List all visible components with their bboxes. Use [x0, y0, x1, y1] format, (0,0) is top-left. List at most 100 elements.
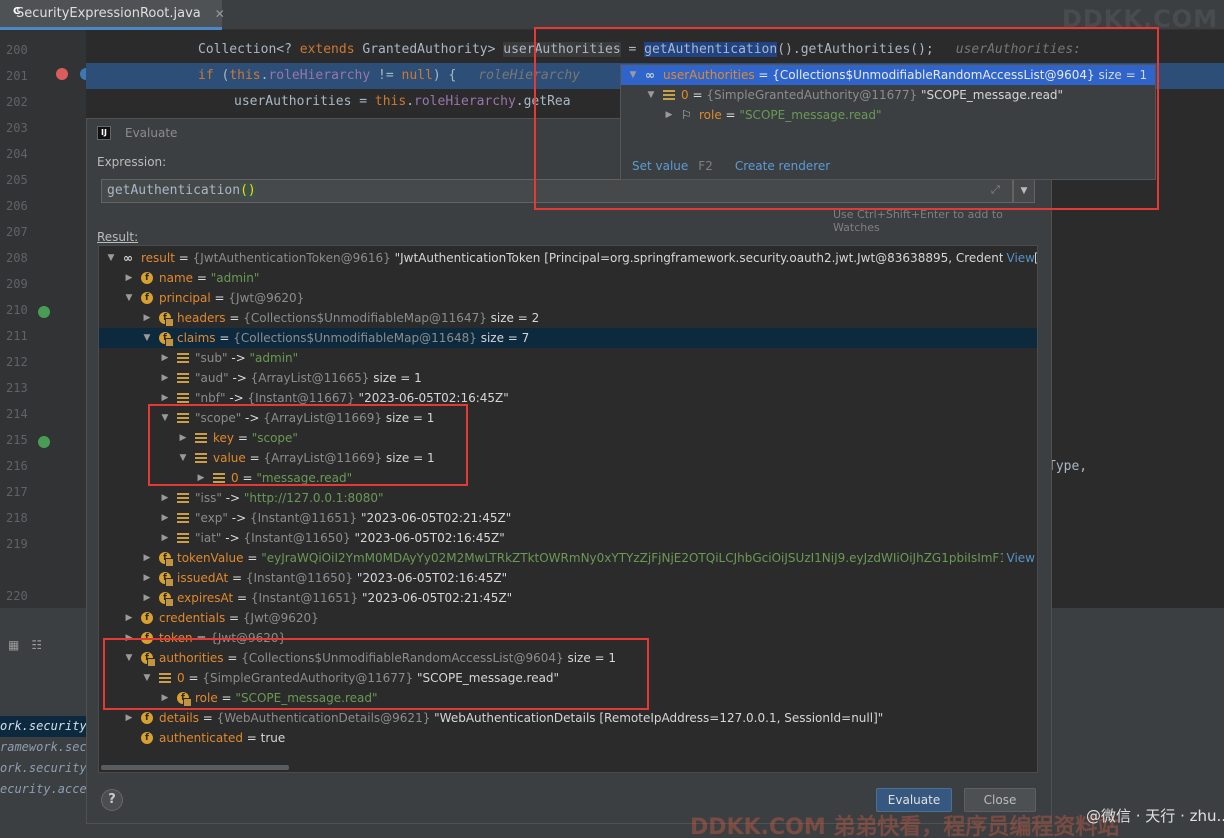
- tree-row[interactable]: ▶ f name = "admin": [99, 268, 1037, 288]
- private-field-icon: f: [159, 552, 174, 567]
- tree-row[interactable]: ▶ f details = {WebAuthenticationDetails@96…: [99, 708, 1037, 728]
- tree-row[interactable]: ▼ f authorities = {Collections$Unmodifiabl…: [99, 648, 1037, 668]
- expand-arrow-icon[interactable]: ▶: [159, 388, 171, 408]
- view-link[interactable]: View: [1002, 248, 1035, 268]
- bottom-toolbar: ▦ ☷: [0, 630, 88, 660]
- tree-row[interactable]: ▶ "aud" -> {ArrayList@11665} size = 1: [99, 368, 1037, 388]
- expand-arrow-icon[interactable]: ▶: [177, 428, 189, 448]
- expand-arrow-icon[interactable]: ▶: [159, 488, 171, 508]
- expand-arrow-icon[interactable]: ▶: [141, 588, 153, 608]
- popup-row[interactable]: ▼ 0 = {SimpleGrantedAuthority@11677} "SCO…: [621, 85, 1155, 105]
- tree-row-text: credentials = {Jwt@9620}: [159, 611, 319, 625]
- watch-hint: Use Ctrl+Shift+Enter to add to Watches: [833, 208, 1003, 234]
- popup-row[interactable]: ▶ ⚐ role = "SCOPE_message.read": [621, 105, 1155, 125]
- tree-row[interactable]: ▼ 0 = {SimpleGrantedAuthority@11677} "SCO…: [99, 668, 1037, 688]
- implements-icon[interactable]: [38, 436, 50, 448]
- expand-arrow-icon[interactable]: ▶: [141, 308, 153, 328]
- scrollbar-thumb[interactable]: [101, 765, 289, 770]
- tree-row[interactable]: ▼ value = {ArrayList@11669} size = 1: [99, 448, 1037, 468]
- collapse-arrow-icon[interactable]: ▼: [123, 648, 135, 668]
- create-renderer-link[interactable]: Create renderer: [735, 159, 830, 173]
- line-number: 215: [6, 433, 28, 447]
- tree-row-text: "iat" -> {Instant@11650} "2023-06-05T02:…: [195, 531, 505, 545]
- collapse-arrow-icon[interactable]: ▼: [177, 448, 189, 468]
- expand-arrow-icon[interactable]: ▶: [159, 528, 171, 548]
- collapse-arrow-icon[interactable]: ▼: [141, 668, 153, 688]
- breakpoint-icon[interactable]: [56, 68, 68, 80]
- expand-arrow-icon[interactable]: ▶: [195, 468, 207, 488]
- tree-row[interactable]: ▶ f role = "SCOPE_message.read": [99, 688, 1037, 708]
- tree-row-text: value = {ArrayList@11669} size = 1: [213, 451, 435, 465]
- tree-row[interactable]: ▶ f headers = {Collections$UnmodifiableMap…: [99, 308, 1037, 328]
- tree-row[interactable]: f authenticated = true: [99, 728, 1037, 748]
- line-number: 214: [6, 407, 28, 421]
- implements-icon[interactable]: [38, 306, 50, 318]
- tree-row[interactable]: ▶ 0 = "message.read": [99, 468, 1037, 488]
- code-line-202: userAuthorities = this.roleHierarchy.get…: [234, 94, 571, 109]
- tree-row[interactable]: ▶ f tokenValue = "eyJraWQiOiI2YmM0MDAyYy02…: [99, 548, 1037, 568]
- expand-arrow-icon[interactable]: ▶: [123, 268, 135, 288]
- expand-arrow-icon[interactable]: ▶: [123, 708, 135, 728]
- entry-icon: [177, 493, 189, 503]
- line-number: 208: [6, 251, 28, 265]
- close-tab-icon[interactable]: ✕: [215, 7, 225, 21]
- help-button[interactable]: ?: [101, 789, 123, 811]
- line-number: 212: [6, 355, 28, 369]
- tree-row[interactable]: ▶ "iss" -> "http://127.0.0.1:8080": [99, 488, 1037, 508]
- expand-arrow-icon[interactable]: ▶: [141, 568, 153, 588]
- evaluate-dialog: IJ Evaluate Expression: getAuthenticatio…: [86, 118, 1052, 824]
- console-line: ork.security.ac: [0, 761, 88, 775]
- set-value-link[interactable]: Set value: [632, 159, 688, 173]
- line-number: 203: [6, 121, 28, 135]
- collapse-arrow-icon[interactable]: ▼: [141, 328, 153, 348]
- tree-row[interactable]: ▶ f expiresAt = {Instant@11651} "2023-06-0…: [99, 588, 1037, 608]
- expand-arrow-icon[interactable]: ▶: [159, 508, 171, 528]
- expand-arrow-icon[interactable]: ▶: [159, 688, 171, 708]
- collapse-arrow-icon[interactable]: ▼: [627, 65, 639, 85]
- tree-row[interactable]: ▶ f token = {Jwt@9620}: [99, 628, 1037, 648]
- file-tab-label: SecurityExpressionRoot.java: [16, 6, 201, 21]
- expand-arrow-icon[interactable]: ▶: [141, 548, 153, 568]
- tree-row[interactable]: ▶ key = "scope": [99, 428, 1037, 448]
- tree-row[interactable]: ▶ "nbf" -> {Instant@11667} "2023-06-05T02…: [99, 388, 1037, 408]
- tree-row[interactable]: ▼ ∞ result = {JwtAuthenticationToken@9616}…: [99, 248, 1037, 268]
- horizontal-scrollbar[interactable]: [99, 762, 1037, 772]
- entry-icon: [177, 533, 189, 543]
- expand-arrow-icon[interactable]: ▶: [123, 628, 135, 648]
- grid-icon[interactable]: ☷: [31, 638, 42, 652]
- tree-row[interactable]: ▶ "exp" -> {Instant@11651} "2023-06-05T02…: [99, 508, 1037, 528]
- collapse-arrow-icon[interactable]: ▼: [105, 248, 117, 268]
- tree-row[interactable]: ▶ "sub" -> "admin": [99, 348, 1037, 368]
- popup-row[interactable]: ▼ ∞ userAuthorities = {Collections$Unmodif…: [621, 65, 1155, 85]
- expand-arrow-icon[interactable]: ▶: [159, 368, 171, 388]
- table-icon[interactable]: ▦: [8, 638, 19, 652]
- collapse-arrow-icon[interactable]: ▼: [645, 85, 657, 105]
- console-line: ramework.secu: [0, 740, 88, 754]
- tree-row[interactable]: ▼ f principal = {Jwt@9620}: [99, 288, 1037, 308]
- expand-arrow-icon[interactable]: ▶: [123, 608, 135, 628]
- tree-row[interactable]: ▼ "scope" -> {ArrayList@11669} size = 1: [99, 408, 1037, 428]
- view-link[interactable]: View: [1002, 548, 1035, 568]
- tree-row-text: role = "SCOPE_message.read": [195, 691, 378, 705]
- line-number: 206: [6, 199, 28, 213]
- history-dropdown-button[interactable]: ▼: [1013, 179, 1035, 203]
- tree-row[interactable]: ▶ f issuedAt = {Instant@11650} "2023-06-05…: [99, 568, 1037, 588]
- line-number: 217: [6, 485, 28, 499]
- tree-row[interactable]: ▶ "iat" -> {Instant@11650} "2023-06-05T02…: [99, 528, 1037, 548]
- result-tree[interactable]: ▼ ∞ result = {JwtAuthenticationToken@9616}…: [98, 245, 1038, 773]
- tree-row-text: "exp" -> {Instant@11651} "2023-06-05T02:…: [195, 511, 512, 525]
- tree-row[interactable]: ▼ f claims = {Collections$UnmodifiableMap@…: [99, 328, 1037, 348]
- expand-editor-icon[interactable]: ⤢: [991, 183, 1000, 197]
- file-tab[interactable]: SecurityExpressionRoot.java ✕: [0, 0, 225, 30]
- entry-icon: [195, 453, 207, 463]
- expand-arrow-icon[interactable]: ▶: [159, 348, 171, 368]
- private-field-icon: f: [159, 312, 174, 327]
- set-value-shortcut: F2: [698, 159, 713, 173]
- collapse-arrow-icon[interactable]: ▼: [159, 408, 171, 428]
- expand-arrow-icon[interactable]: ▶: [663, 105, 675, 125]
- watermark-tag: @微信 · 天行 · zhu...: [1086, 807, 1224, 825]
- collapse-arrow-icon[interactable]: ▼: [123, 288, 135, 308]
- expression-input[interactable]: getAuthentication(): [101, 179, 1013, 203]
- private-field-icon: f: [141, 652, 156, 667]
- tree-row[interactable]: ▶ f credentials = {Jwt@9620}: [99, 608, 1037, 628]
